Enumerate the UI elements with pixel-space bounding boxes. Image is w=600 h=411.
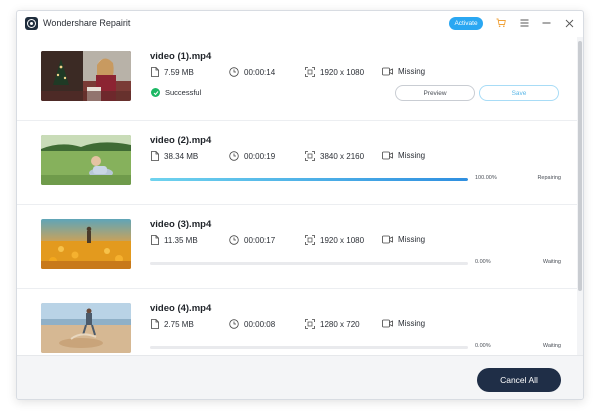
progress-percent: 0.00%: [475, 259, 491, 265]
video-filename: video (1).mp4: [150, 51, 212, 62]
video-filename: video (2).mp4: [150, 135, 212, 146]
close-icon[interactable]: [563, 17, 575, 29]
file-icon: [151, 151, 159, 161]
progress-bar: [150, 262, 468, 265]
app-window: Wondershare Repairit Activate video (1).…: [16, 10, 584, 400]
file-icon: [151, 319, 159, 329]
duration: 00:00:17: [229, 235, 275, 245]
progress-percent: 100.00%: [475, 175, 497, 181]
resolution-icon: [305, 319, 315, 329]
activate-button[interactable]: Activate: [449, 17, 483, 30]
resolution: 1920 x 1080: [305, 67, 364, 77]
file-icon: [151, 235, 159, 245]
repair-state: Waiting: [542, 343, 561, 349]
file-size: 38.34 MB: [151, 151, 198, 161]
app-title: Wondershare Repairit: [43, 18, 131, 28]
cart-icon[interactable]: [495, 17, 507, 29]
video-list: video (1).mp4 7.59 MB 00:00:14 1920 x 10…: [17, 37, 579, 355]
resolution: 1280 x 720: [305, 319, 360, 329]
progress-bar: [150, 346, 468, 349]
save-button[interactable]: Save: [479, 85, 559, 101]
audio-status: Missing: [382, 151, 425, 160]
audio-status: Missing: [382, 67, 425, 76]
file-size: 2.75 MB: [151, 319, 194, 329]
repair-state: Repairing: [537, 175, 561, 181]
app-logo-icon: [25, 17, 38, 30]
file-size: 7.59 MB: [151, 67, 194, 77]
menu-icon[interactable]: [518, 17, 530, 29]
clock-icon: [229, 151, 239, 161]
video-camera-icon: [382, 319, 393, 328]
resolution-icon: [305, 67, 315, 77]
footer-bar: Cancel All: [17, 355, 583, 399]
clock-icon: [229, 235, 239, 245]
title-bar: Wondershare Repairit Activate: [17, 11, 583, 37]
progress-fill: [150, 178, 468, 181]
clock-icon: [229, 67, 239, 77]
video-thumbnail: [41, 51, 131, 101]
file-icon: [151, 67, 159, 77]
video-camera-icon: [382, 67, 393, 76]
repair-state: Waiting: [542, 259, 561, 265]
progress-percent: 0.00%: [475, 343, 491, 349]
file-size: 11.35 MB: [151, 235, 198, 245]
audio-status: Missing: [382, 319, 425, 328]
check-circle-icon: [151, 88, 160, 97]
list-item: video (1).mp4 7.59 MB 00:00:14 1920 x 10…: [17, 37, 579, 121]
video-thumbnail: [41, 303, 131, 353]
minimize-icon[interactable]: [540, 17, 552, 29]
video-thumbnail: [41, 219, 131, 269]
list-item: video (2).mp4 38.34 MB 00:00:19 3840 x 2…: [17, 121, 579, 205]
audio-status: Missing: [382, 235, 425, 244]
scrollbar[interactable]: [577, 37, 583, 355]
duration: 00:00:14: [229, 67, 275, 77]
progress-bar: [150, 178, 468, 181]
video-filename: video (3).mp4: [150, 219, 212, 230]
status-badge: Successful: [151, 88, 201, 97]
resolution: 3840 x 2160: [305, 151, 364, 161]
list-item: video (3).mp4 11.35 MB 00:00:17 1920 x 1…: [17, 205, 579, 289]
cancel-all-button[interactable]: Cancel All: [477, 368, 561, 392]
resolution-icon: [305, 151, 315, 161]
resolution: 1920 x 1080: [305, 235, 364, 245]
duration: 00:00:19: [229, 151, 275, 161]
scrollbar-thumb[interactable]: [578, 41, 582, 291]
clock-icon: [229, 319, 239, 329]
duration: 00:00:08: [229, 319, 275, 329]
video-camera-icon: [382, 151, 393, 160]
video-camera-icon: [382, 235, 393, 244]
video-filename: video (4).mp4: [150, 303, 212, 314]
list-item: video (4).mp4 2.75 MB 00:00:08 1280 x 72…: [17, 289, 579, 355]
preview-button[interactable]: Preview: [395, 85, 475, 101]
video-thumbnail: [41, 135, 131, 185]
resolution-icon: [305, 235, 315, 245]
